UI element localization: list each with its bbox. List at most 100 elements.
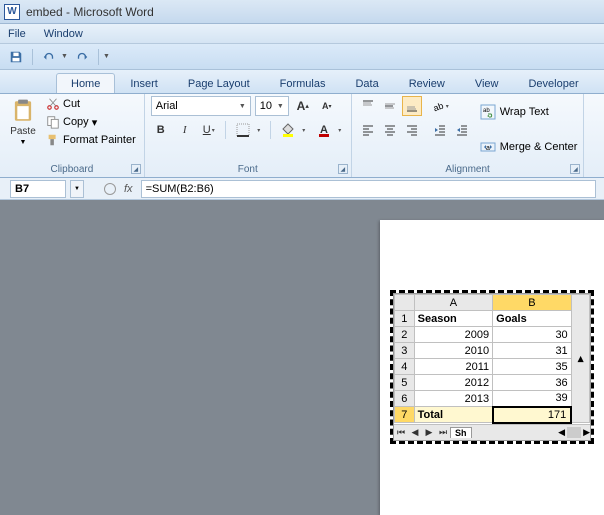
border-icon <box>236 123 250 137</box>
group-label-clipboard: Clipboard <box>6 163 138 177</box>
tab-developer[interactable]: Developer <box>513 73 593 93</box>
tab-view[interactable]: View <box>460 73 514 93</box>
document-page: A B ▴ 1 Season Goals 2 2009 30 <box>380 220 604 515</box>
save-button[interactable] <box>6 47 26 67</box>
tab-review[interactable]: Review <box>394 73 460 93</box>
name-box-dropdown[interactable]: ▼ <box>70 180 84 198</box>
sheet-tab[interactable]: Sh <box>450 427 472 438</box>
column-header-a[interactable]: A <box>414 295 493 311</box>
embedded-spreadsheet[interactable]: A B ▴ 1 Season Goals 2 2009 30 <box>390 290 594 444</box>
tab-data[interactable]: Data <box>340 73 393 93</box>
name-box[interactable]: B7 <box>10 180 66 198</box>
align-bottom-button[interactable] <box>402 96 422 116</box>
cell[interactable]: 2009 <box>414 327 493 343</box>
svg-text:a: a <box>486 145 490 152</box>
underline-icon: U <box>203 124 211 136</box>
formula-input[interactable]: =SUM(B2:B6) <box>141 180 596 198</box>
paste-button[interactable]: Paste ▼ <box>6 96 40 148</box>
cell[interactable]: Season <box>414 311 493 327</box>
cancel-entry-icon[interactable] <box>104 183 116 195</box>
cell[interactable]: 2010 <box>414 343 493 359</box>
menu-file[interactable]: File <box>8 28 26 40</box>
align-center-button[interactable] <box>380 120 400 140</box>
cell[interactable]: 39 <box>493 391 572 407</box>
tab-home[interactable]: Home <box>56 73 115 93</box>
sheet-nav-prev[interactable]: ◀ <box>408 427 422 438</box>
font-name-combo[interactable]: Arial▼ <box>151 96 251 116</box>
document-area: A B ▴ 1 Season Goals 2 2009 30 <box>0 200 604 515</box>
copy-icon <box>46 115 60 129</box>
table-row: 1 Season Goals <box>395 311 590 327</box>
bold-icon: B <box>157 124 165 136</box>
merge-icon: a <box>480 139 496 155</box>
cut-icon <box>46 97 60 111</box>
undo-dropdown[interactable]: ▼ <box>61 53 68 60</box>
cell[interactable]: 2012 <box>414 375 493 391</box>
cell[interactable]: 2011 <box>414 359 493 375</box>
align-center-icon <box>383 123 397 137</box>
decrease-indent-button[interactable] <box>430 120 450 140</box>
column-header-b[interactable]: B <box>493 295 572 311</box>
align-left-button[interactable] <box>358 120 378 140</box>
table-row: 7 Total 171 <box>395 407 590 423</box>
cut-button[interactable]: Cut <box>44 96 138 112</box>
bold-button[interactable]: B <box>151 120 171 140</box>
copy-button[interactable]: Copy▾ <box>44 114 138 130</box>
tab-page-layout[interactable]: Page Layout <box>173 73 265 93</box>
vertical-scrollbar[interactable]: ▴ <box>571 295 589 423</box>
quick-access-toolbar: ▼ ▼ <box>0 44 604 70</box>
decrease-indent-icon <box>433 123 447 137</box>
italic-button[interactable]: I <box>175 120 195 140</box>
fill-color-icon <box>281 123 295 137</box>
table-row: 5 2012 36 <box>395 375 590 391</box>
cell[interactable]: 36 <box>493 375 572 391</box>
tab-insert[interactable]: Insert <box>115 73 173 93</box>
word-app-icon: W <box>4 4 20 20</box>
group-label-alignment: Alignment <box>358 163 578 177</box>
orientation-icon: ab <box>431 99 445 113</box>
table-row: 2 2009 30 <box>395 327 590 343</box>
grow-font-button[interactable]: A▴ <box>293 96 313 116</box>
cell[interactable]: Total <box>414 407 493 423</box>
border-button[interactable]: ▾ <box>232 120 264 140</box>
shrink-font-button[interactable]: A▾ <box>317 96 337 116</box>
select-all-corner[interactable] <box>395 295 415 311</box>
ribbon-tabs: Home Insert Page Layout Formulas Data Re… <box>0 70 604 94</box>
insert-function-button[interactable]: fx <box>124 183 133 195</box>
sheet-nav-first[interactable]: ⏮ <box>394 427 408 438</box>
sheet-nav-last[interactable]: ⏭ <box>436 427 450 438</box>
font-dialog-launcher[interactable]: ◢ <box>338 164 348 174</box>
sheet-nav-next[interactable]: ▶ <box>422 427 436 438</box>
align-middle-button[interactable] <box>380 96 400 116</box>
fill-color-button[interactable]: ▾ <box>277 120 309 140</box>
wrap-text-button[interactable]: ab Wrap Text <box>480 104 578 120</box>
clipboard-dialog-launcher[interactable]: ◢ <box>131 164 141 174</box>
cell[interactable]: 2013 <box>414 391 493 407</box>
cell[interactable]: 30 <box>493 327 572 343</box>
ribbon: Paste ▼ Cut Copy▾ Format Painter Clipboa… <box>0 94 604 178</box>
qat-customize-dropdown[interactable]: ▼ <box>103 53 110 60</box>
font-color-button[interactable]: A ▾ <box>313 120 345 140</box>
underline-button[interactable]: U▾ <box>199 120 219 140</box>
alignment-dialog-launcher[interactable]: ◢ <box>570 164 580 174</box>
table-row: 6 2013 39 <box>395 391 590 407</box>
orientation-button[interactable]: ab▾ <box>430 96 450 116</box>
undo-button[interactable] <box>39 47 59 67</box>
horizontal-scrollbar[interactable]: ◀ ▶ <box>472 427 590 438</box>
active-cell[interactable]: 171 <box>493 407 572 423</box>
menu-window[interactable]: Window <box>44 28 83 40</box>
tab-formulas[interactable]: Formulas <box>265 73 341 93</box>
format-painter-button[interactable]: Format Painter <box>44 132 138 148</box>
merge-center-button[interactable]: a Merge & Center <box>480 139 578 155</box>
align-top-button[interactable] <box>358 96 378 116</box>
cell[interactable]: 31 <box>493 343 572 359</box>
save-icon <box>9 50 23 64</box>
align-right-button[interactable] <box>402 120 422 140</box>
cell[interactable]: Goals <box>493 311 572 327</box>
font-size-combo[interactable]: 10▼ <box>255 96 289 116</box>
increase-indent-button[interactable] <box>452 120 472 140</box>
cell[interactable]: 35 <box>493 359 572 375</box>
redo-button[interactable] <box>72 47 92 67</box>
spreadsheet-grid: A B ▴ 1 Season Goals 2 2009 30 <box>394 294 590 424</box>
paste-icon <box>10 98 36 124</box>
